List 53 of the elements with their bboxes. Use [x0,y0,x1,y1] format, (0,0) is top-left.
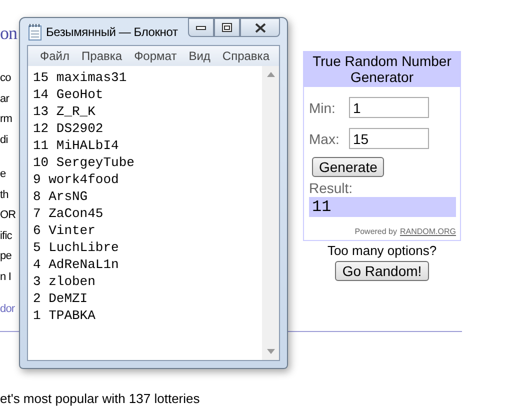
page-text: pe [0,249,12,264]
page-text: co [0,71,11,86]
text-line: 3 zloben [33,273,96,290]
widget-title: True Random Number Generator [304,52,460,87]
text-line: 14 GeoHot [33,86,104,103]
result-value: 11 [309,197,456,217]
minimize-button[interactable] [188,18,214,37]
powered-by-link[interactable]: RANDOM.ORG [400,227,456,236]
text-line: 15 maximas31 [33,69,128,86]
close-icon [254,22,266,32]
page-heading: on [0,22,17,45]
page-text: OR [0,208,16,223]
menu-item[interactable]: Справка [216,49,276,63]
field-label: Min: [309,100,336,116]
menu-item[interactable]: Файл [34,49,76,63]
text-line: 6 Vinter [33,222,96,239]
page-text: di [0,132,8,148]
window-title: Безымянный — Блокнот [46,24,179,38]
close-button[interactable] [240,18,280,37]
maximize-button[interactable] [214,18,240,37]
prompt-text: Too many options? [327,243,437,258]
page-text: ar [0,92,9,106]
text-line: 1 TPABKA [33,307,96,324]
text-line: 12 DS2902 [33,120,104,137]
text-line: 5 LuchLibre [33,239,120,256]
text-line: 13 Z_R_K [33,103,96,120]
minimize-icon [196,26,206,30]
generate-button[interactable]: Generate [312,157,384,177]
text-line: 8 ArsNG [33,188,89,205]
notepad-icon [27,22,43,40]
text-line: 11 MiHALbI4 [33,137,120,154]
page-text: e [0,167,6,182]
menu-item[interactable]: Вид [182,49,216,63]
result-label: Result: [309,180,354,196]
text-line: 7 ZaCon45 [33,205,104,222]
page-text: ific [0,228,12,244]
menu-item[interactable]: Формат [128,49,183,63]
page-text: rm [0,112,12,127]
text-line: 10 SergeyTube [33,154,136,171]
text-line: 4 AdReNaL1n [33,256,120,273]
text-line: 9 work4food [33,171,120,188]
page-text: n I [0,270,12,284]
maximize-icon [222,23,232,32]
menu-item[interactable]: Правка [76,49,128,63]
field-label: Max: [309,130,340,146]
number-field[interactable]: 1 [349,97,429,118]
go-random-button[interactable]: Go Random! [335,261,429,281]
page-link[interactable]: dor [0,299,15,319]
number-field[interactable]: 15 [349,128,429,149]
text-line: 2 DeMZI [33,290,89,307]
page-text: et's most popular with 137 lotteries [0,391,200,406]
powered-by-text: Powered by [354,227,397,236]
page-text: th [0,188,8,202]
